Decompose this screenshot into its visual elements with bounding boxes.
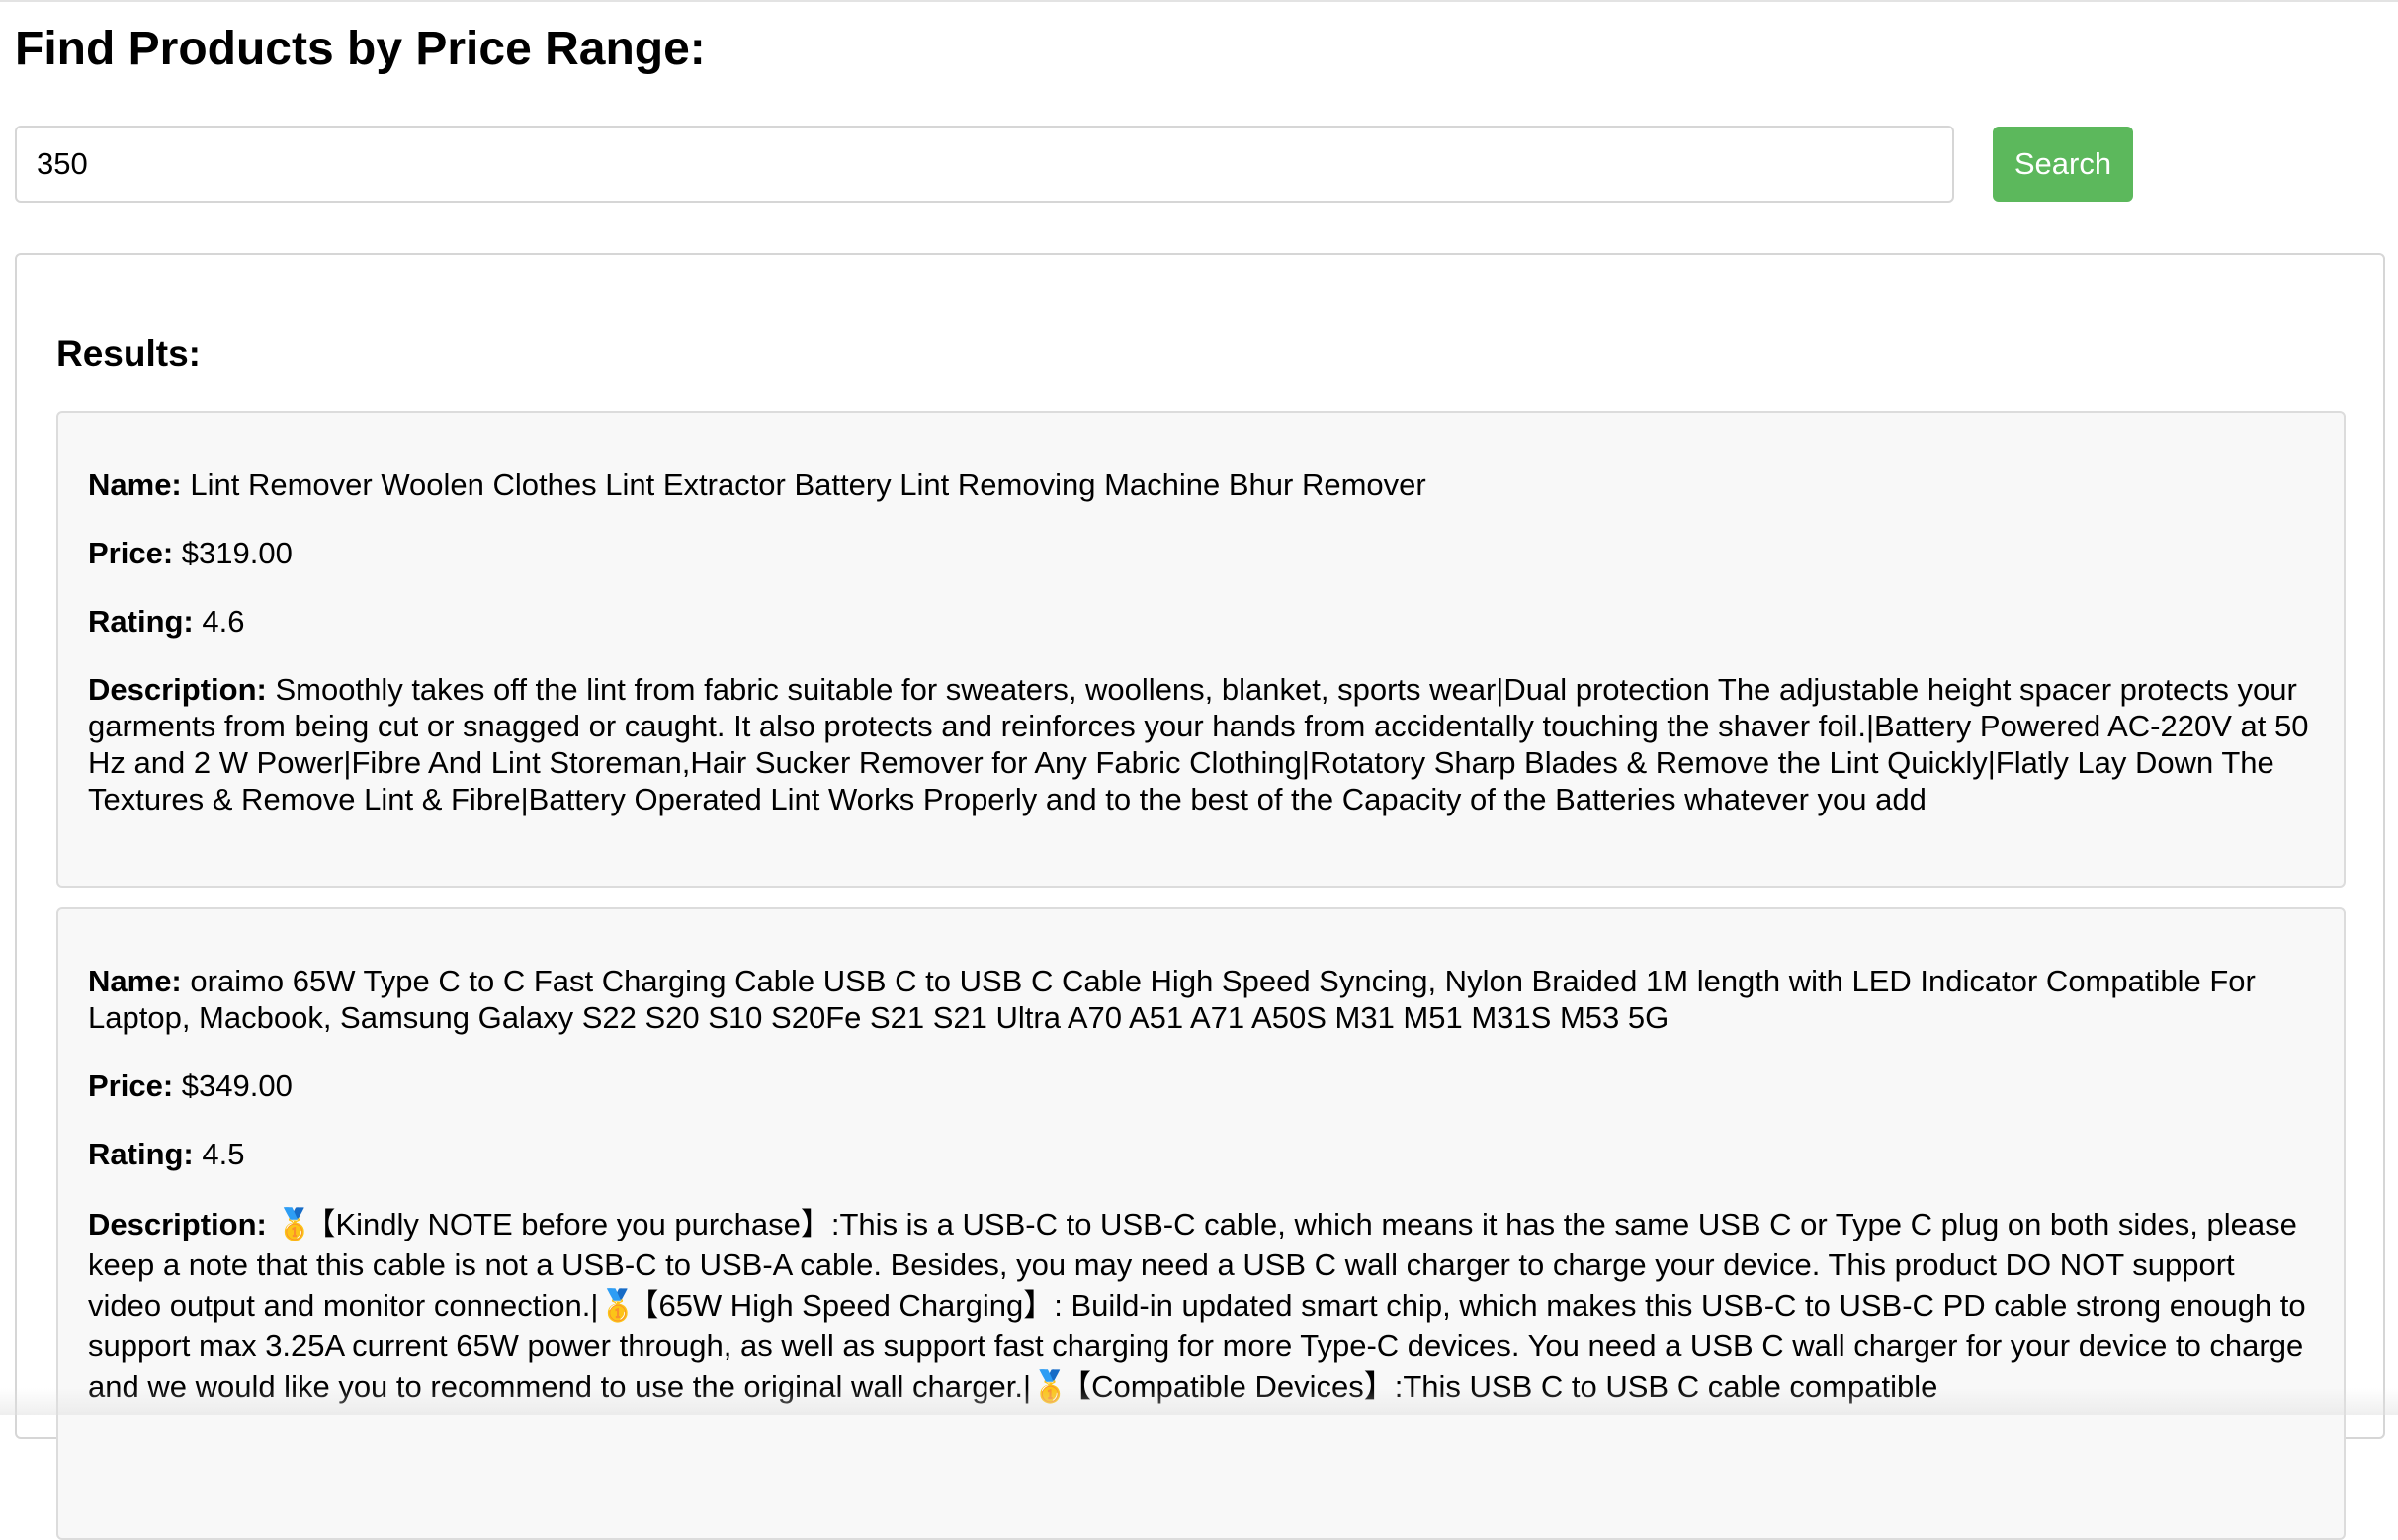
product-rating-value: 4.5 (202, 1137, 245, 1171)
name-label: Name: (88, 468, 182, 502)
top-border (0, 0, 2398, 2)
product-name-value: oraimo 65W Type C to C Fast Charging Cab… (88, 964, 2256, 1035)
product-name: Name: oraimo 65W Type C to C Fast Chargi… (88, 963, 2314, 1036)
product-price: Price: $319.00 (88, 535, 2314, 571)
rating-label: Rating: (88, 604, 194, 639)
description-part: 【Compatible Devices】:This USB C to USB C… (1061, 1369, 1938, 1404)
medal-icon: 🥇 (1031, 1369, 1070, 1404)
product-price: Price: $349.00 (88, 1068, 2314, 1104)
price-search-input[interactable] (15, 126, 1954, 203)
description-label: Description: (88, 672, 267, 707)
product-name-value: Lint Remover Woolen Clothes Lint Extract… (190, 468, 1426, 502)
product-description: Description: Smoothly takes off the lint… (88, 671, 2314, 817)
results-heading: Results: (56, 333, 201, 374)
search-button[interactable]: Search (1993, 127, 2133, 202)
product-rating-value: 4.6 (202, 604, 245, 639)
price-label: Price: (88, 536, 174, 570)
name-label: Name: (88, 964, 182, 998)
product-price-value: $349.00 (181, 1069, 293, 1103)
product-card: Name: oraimo 65W Type C to C Fast Chargi… (56, 907, 2346, 1540)
page-title: Find Products by Price Range: (15, 23, 706, 75)
medal-icon: 🥇 (275, 1207, 314, 1241)
product-price-value: $319.00 (181, 536, 293, 570)
product-rating: Rating: 4.5 (88, 1136, 2314, 1172)
rating-label: Rating: (88, 1137, 194, 1171)
product-rating: Rating: 4.6 (88, 603, 2314, 640)
product-card: Name: Lint Remover Woolen Clothes Lint E… (56, 411, 2346, 888)
results-panel: Results: Name: Lint Remover Woolen Cloth… (15, 253, 2385, 1540)
medal-icon: 🥇 (598, 1288, 638, 1323)
product-description-value: Smoothly takes off the lint from fabric … (88, 672, 2309, 816)
product-name: Name: Lint Remover Woolen Clothes Lint E… (88, 467, 2314, 503)
description-label: Description: (88, 1207, 267, 1241)
product-description: Description: 🥇【Kindly NOTE before you pu… (88, 1204, 2314, 1407)
price-label: Price: (88, 1069, 174, 1103)
